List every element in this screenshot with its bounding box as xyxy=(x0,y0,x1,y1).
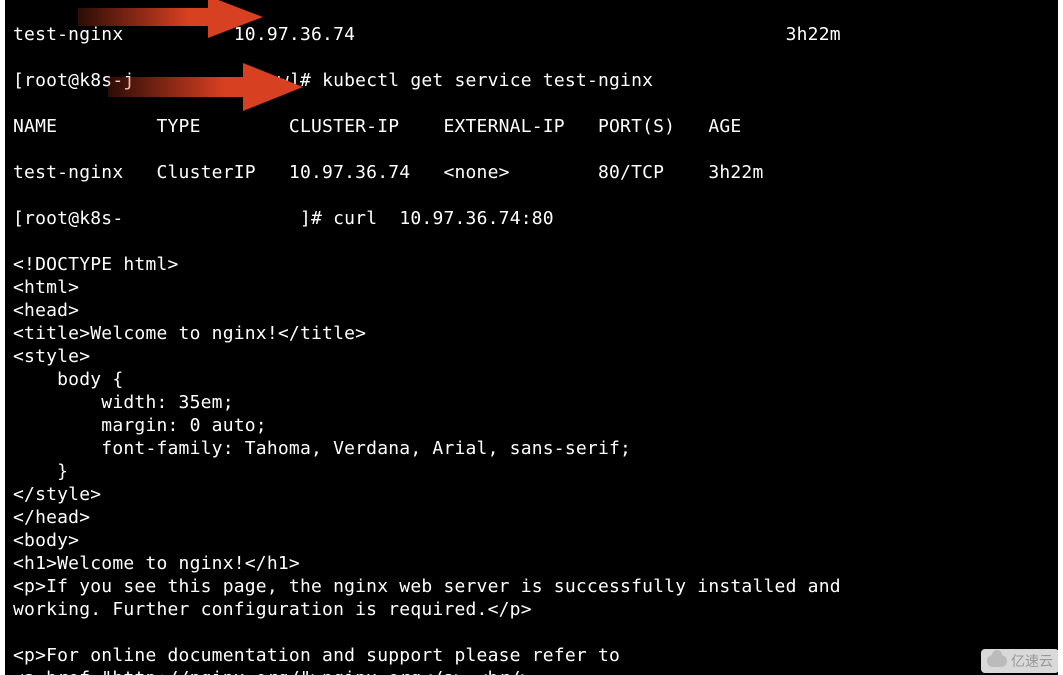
output-line: <head> xyxy=(13,299,1050,322)
output-line: <body> xyxy=(13,529,1050,552)
output-line xyxy=(13,621,1050,644)
output-line: <a href="http://nginx.org/">nginx.org</a… xyxy=(13,667,1050,675)
table-row: test-nginx ClusterIP 10.97.36.74 <none> … xyxy=(13,161,1050,184)
command: curl 10.97.36.74:80 xyxy=(333,208,554,229)
output-line: <!DOCTYPE html> xyxy=(13,253,1050,276)
prompt-open: [ xyxy=(13,208,24,229)
output-line: width: 35em; xyxy=(13,391,1050,414)
command: kubectl get service test-nginx xyxy=(322,70,653,91)
prompt-line: [root@k8s- ]# curl 10.97.36.74:80 xyxy=(13,207,1050,230)
output-line: working. Further configuration is requir… xyxy=(13,598,1050,621)
table-header: NAME TYPE CLUSTER-IP EXTERNAL-IP PORT(S)… xyxy=(13,115,1050,138)
prompt-suffix: ]# xyxy=(300,208,333,229)
curl-output: <!DOCTYPE html><html><head><title>Welcom… xyxy=(13,253,1050,675)
watermark-text: 亿速云 xyxy=(1011,651,1053,671)
output-line: </head> xyxy=(13,506,1050,529)
output-line: } xyxy=(13,460,1050,483)
prompt-line: [root@k8s-j new]# kubectl get service te… xyxy=(13,69,1050,92)
prompt-host: [root@k8s- xyxy=(13,70,123,91)
output-line: <h1>Welcome to nginx!</h1> xyxy=(13,552,1050,575)
output-line: <style> xyxy=(13,345,1050,368)
cloud-icon xyxy=(987,653,1007,669)
output-line: <p>If you see this page, the nginx web s… xyxy=(13,575,1050,598)
output-line: <p>For online documentation and support … xyxy=(13,644,1050,667)
output-line: <title>Welcome to nginx!</title> xyxy=(13,322,1050,345)
terminal[interactable]: test-nginx 10.97.36.74 3h22m [root@k8s-j… xyxy=(5,0,1058,675)
output-line: margin: 0 auto; xyxy=(13,414,1050,437)
watermark: 亿速云 xyxy=(981,649,1059,673)
output-line: font-family: Tahoma, Verdana, Arial, san… xyxy=(13,437,1050,460)
output-line: <html> xyxy=(13,276,1050,299)
output-line: test-nginx 10.97.36.74 3h22m xyxy=(13,23,1050,46)
output-line: </style> xyxy=(13,483,1050,506)
prompt-suffix: new]# xyxy=(256,70,322,91)
output-line: body { xyxy=(13,368,1050,391)
right-margin xyxy=(1058,0,1063,675)
